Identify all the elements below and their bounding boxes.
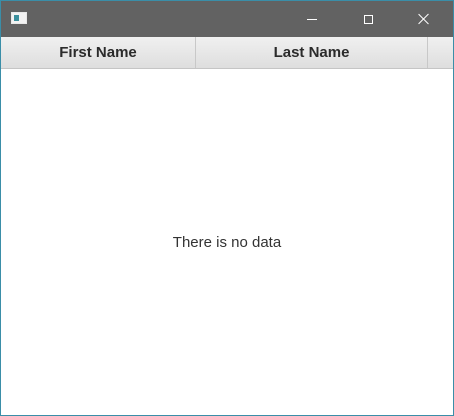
minimize-button[interactable] [289, 1, 335, 37]
column-header-first-name[interactable]: First Name [1, 37, 196, 68]
column-header-filler [428, 37, 453, 68]
app-window-icon [11, 12, 27, 24]
application-window: First Name Last Name There is no data [0, 0, 454, 416]
close-icon [418, 13, 430, 25]
title-bar[interactable] [1, 1, 453, 37]
column-header-last-name[interactable]: Last Name [196, 37, 428, 68]
close-button[interactable] [401, 1, 447, 37]
data-table[interactable]: First Name Last Name There is no data [1, 37, 453, 415]
minimize-icon [307, 18, 317, 20]
maximize-icon [363, 14, 373, 24]
table-header: First Name Last Name [1, 37, 453, 69]
maximize-button[interactable] [345, 1, 391, 37]
empty-table-placeholder: There is no data [172, 233, 282, 251]
